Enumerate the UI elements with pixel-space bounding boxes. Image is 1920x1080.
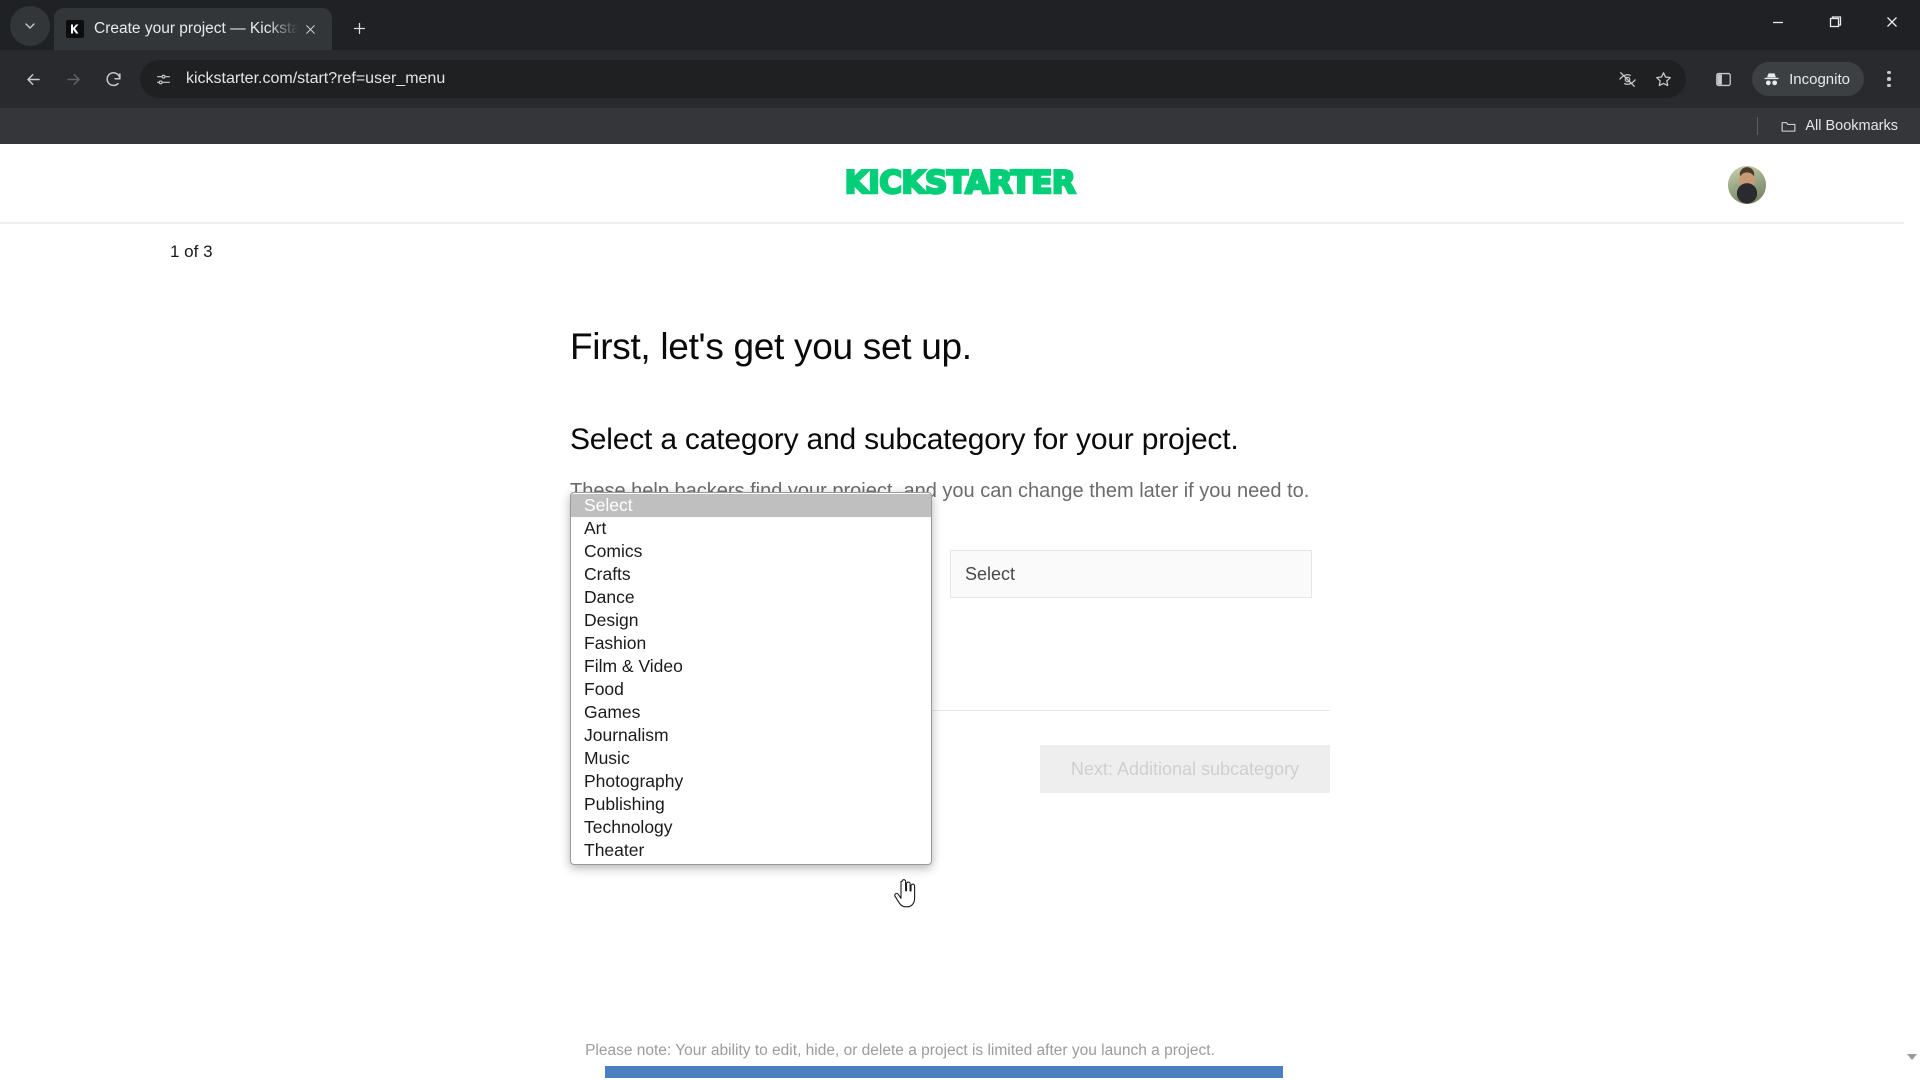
dropdown-option[interactable]: Technology (571, 816, 931, 839)
browser-toolbar: kickstarter.com/start?ref=user_menu Inco… (0, 50, 1920, 108)
pointer-hand-icon (894, 879, 916, 908)
dropdown-option[interactable]: Games (571, 701, 931, 724)
dropdown-option[interactable]: Fashion (571, 632, 931, 655)
forward-arrow-icon (66, 73, 80, 85)
back-arrow-icon (26, 73, 40, 85)
dropdown-option[interactable]: Film & Video (571, 655, 931, 678)
address-bar[interactable]: kickstarter.com/start?ref=user_menu (140, 60, 1687, 98)
category-dropdown-list[interactable]: Select Art Comics Crafts Dance Design Fashion F… (570, 492, 932, 865)
window-close-icon (1886, 17, 1897, 27)
subcategory-field: Select (950, 550, 1312, 599)
dropdown-option[interactable]: Select (571, 494, 931, 517)
browser-tab[interactable]: Create your project — Kickstart (54, 8, 332, 50)
horizontal-scrollbar-thumb[interactable] (605, 1066, 1283, 1078)
incognito-hat-icon (1764, 72, 1779, 85)
dropdown-option[interactable]: Theater (571, 839, 931, 862)
eye-crossed-icon[interactable] (1610, 62, 1644, 96)
please-note-text: Please note: Your ability to edit, hide,… (585, 1042, 1215, 1059)
all-bookmarks-label: All Bookmarks (1805, 118, 1898, 134)
page-title: First, let's get you set up. (570, 326, 972, 367)
mouse-cursor (893, 879, 919, 914)
tab-strip: Create your project — Kickstart (0, 0, 1920, 50)
next-button[interactable]: Next: Additional subcategory (1040, 745, 1330, 794)
dropdown-option[interactable]: Photography (571, 770, 931, 793)
kickstarter-favicon-icon (66, 20, 84, 38)
omnibox-actions (1610, 62, 1680, 96)
dropdown-option[interactable]: Music (571, 747, 931, 770)
all-bookmarks-button[interactable]: All Bookmarks (1772, 114, 1906, 139)
forward-button[interactable] (54, 60, 92, 98)
dropdown-option[interactable]: Comics (571, 540, 931, 563)
window-close-button[interactable] (1863, 0, 1920, 44)
dropdown-option[interactable]: Dance (571, 586, 931, 609)
horizontal-scrollbar[interactable] (0, 1064, 1920, 1080)
maximize-button[interactable] (1806, 0, 1863, 44)
user-avatar[interactable] (1728, 166, 1766, 204)
dropdown-option[interactable]: Food (571, 678, 931, 701)
bookmarks-divider (1757, 117, 1759, 135)
side-panel-icon (1715, 72, 1731, 86)
scroll-down-arrow-icon[interactable] (1907, 1054, 1917, 1060)
plus-icon (353, 22, 365, 34)
minimize-icon (1772, 21, 1783, 24)
tab-title: Create your project — Kickstart (94, 20, 298, 37)
section-subheading: Select a category and subcategory for yo… (570, 423, 1239, 457)
close-icon[interactable] (298, 17, 322, 41)
folder-icon (1781, 121, 1796, 132)
chrome-menu-button[interactable] (1872, 60, 1906, 98)
step-indicator: 1 of 3 (170, 242, 213, 261)
reload-button[interactable] (94, 60, 132, 98)
dropdown-option[interactable]: Design (571, 609, 931, 632)
tab-search-button[interactable] (10, 6, 50, 46)
maximize-restore-icon (1829, 16, 1841, 28)
dropdown-option[interactable]: Art (571, 517, 931, 540)
minimize-button[interactable] (1749, 0, 1806, 44)
dropdown-option[interactable]: Publishing (571, 793, 931, 816)
reload-icon (105, 71, 121, 86)
subcategory-select[interactable]: Select (950, 550, 1312, 599)
page-viewport: Kickstarter 1 of 3 First, let's get you … (0, 144, 1920, 1080)
dropdown-option[interactable]: Journalism (571, 724, 931, 747)
dropdown-option[interactable]: Crafts (571, 563, 931, 586)
browser-window: Create your project — Kickstart kickstar… (0, 0, 1920, 1080)
three-dot-menu-icon (1887, 70, 1891, 88)
new-tab-button[interactable] (342, 11, 376, 45)
vertical-scrollbar[interactable] (1904, 144, 1920, 1080)
back-button[interactable] (14, 60, 52, 98)
star-icon[interactable] (1646, 62, 1680, 96)
incognito-indicator[interactable]: Incognito (1752, 62, 1864, 96)
site-settings-icon[interactable] (148, 64, 178, 94)
chevron-down-icon (25, 23, 35, 29)
site-header: Kickstarter (0, 144, 1920, 222)
subcategory-select-value: Select (965, 563, 1016, 584)
bookmarks-bar: All Bookmarks (0, 108, 1920, 144)
avatar-image (1728, 166, 1766, 204)
side-panel-button[interactable] (1704, 60, 1742, 98)
url-text[interactable]: kickstarter.com/start?ref=user_menu (178, 70, 1610, 88)
kickstarter-logo[interactable]: Kickstarter (843, 164, 1077, 203)
window-controls (1749, 0, 1920, 44)
incognito-label: Incognito (1789, 70, 1850, 88)
